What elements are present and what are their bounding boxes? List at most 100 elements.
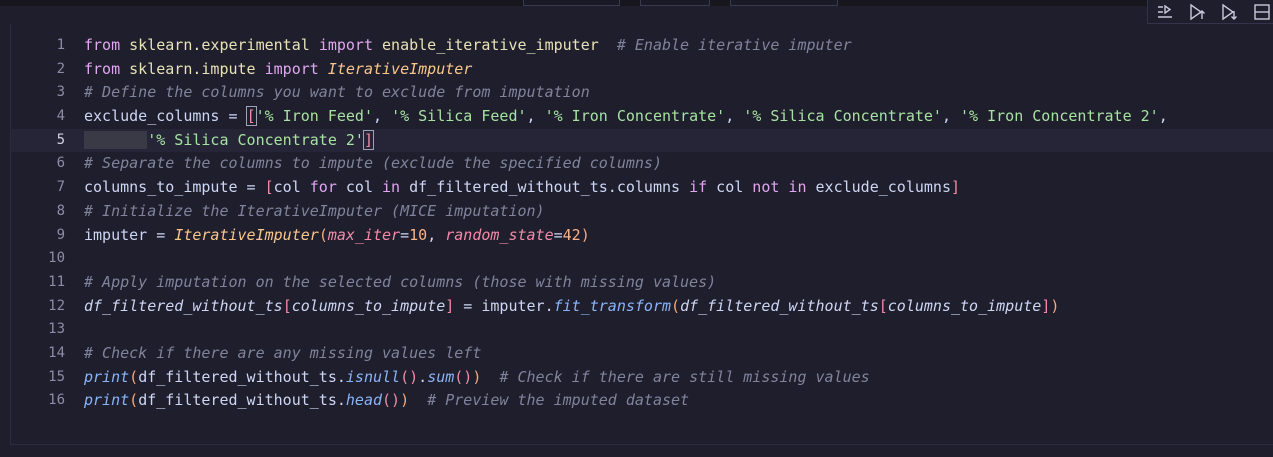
code-line-2[interactable]: 2 from sklearn.impute import IterativeImp… — [11, 58, 1273, 82]
line-number: 8 — [56, 202, 65, 219]
code-token: # Check if there are still missing value… — [499, 367, 870, 386]
code-token: ] — [1041, 296, 1051, 315]
code-token: for — [309, 178, 337, 197]
code-token: ) — [580, 225, 590, 244]
code-token: , — [941, 107, 961, 126]
code-token: ) — [400, 391, 410, 410]
code-token: ) — [1050, 296, 1060, 315]
code-token: isnull — [345, 367, 401, 386]
code-token: columns_to_impute — [291, 296, 446, 315]
execute-above-icon[interactable] — [1186, 1, 1208, 23]
code-token: import — [264, 59, 319, 78]
code-cell[interactable]: 1 from sklearn.experimental import enable… — [10, 24, 1273, 445]
code-line-7[interactable]: 7 columns_to_impute = [col for col in df_… — [11, 176, 1273, 200]
code-line-1[interactable]: 1 from sklearn.experimental import enable… — [11, 34, 1273, 58]
line-text: # Check if there are any missing values … — [84, 342, 481, 366]
code-token: ] — [362, 129, 375, 150]
code-token: '% Silica Concentrate' — [743, 107, 942, 126]
code-line-9[interactable]: 9 imputer = IterativeImputer(max_iter=10,… — [11, 224, 1273, 248]
code-token: from — [84, 36, 121, 54]
code-token: sklearn.impute — [129, 59, 256, 78]
line-text: from sklearn.impute import IterativeImpu… — [84, 58, 472, 82]
line-number: 10 — [48, 250, 65, 267]
code-line-3[interactable]: 3 # Define the columns you want to exclud… — [11, 81, 1273, 105]
code-token: # Preview the imputed dataset — [427, 391, 690, 410]
top-tab-1[interactable] — [523, 0, 620, 6]
code-token: IterativeImputer — [174, 225, 319, 244]
code-line-13[interactable]: 13 — [11, 318, 1273, 342]
code-token: () — [382, 391, 401, 410]
code-token: [ — [264, 178, 274, 197]
code-token: if — [689, 178, 708, 197]
code-token: ( — [129, 367, 139, 386]
line-number: 4 — [56, 108, 65, 125]
code-token: 42 — [562, 225, 581, 244]
code-token: IterativeImputer — [327, 59, 473, 78]
line-number: 14 — [48, 344, 65, 361]
code-token: , — [1158, 107, 1168, 126]
code-token: = imputer. — [454, 296, 554, 315]
line-text: exclude_columns = ['% Iron Feed', '% Sil… — [84, 105, 1168, 129]
code-token: df_filtered_without_ts — [84, 296, 283, 315]
code-token: '% Iron Concentrate 2' — [960, 107, 1159, 126]
code-line-16[interactable]: 16 print(df_filtered_without_ts.head()) #… — [11, 389, 1273, 413]
code-token: # Define the columns you want to exclude… — [84, 83, 590, 102]
split-cell-icon[interactable] — [1250, 1, 1272, 23]
code-editor[interactable]: 1 from sklearn.experimental import enable… — [11, 34, 1273, 413]
code-token: , — [373, 107, 392, 126]
code-line-14[interactable]: 14 # Check if there are any missing value… — [11, 342, 1273, 366]
code-token: col — [707, 178, 753, 197]
code-line-5[interactable]: 5 '% Silica Concentrate 2'] — [11, 128, 1273, 153]
code-line-12[interactable]: 12 df_filtered_without_ts[columns_to_impu… — [11, 295, 1273, 319]
line-text: from sklearn.experimental import enable_… — [84, 34, 852, 58]
line-number: 7 — [56, 179, 65, 196]
code-line-8[interactable]: 8 # Initialize the IterativeImputer (MICE… — [11, 200, 1273, 224]
code-token: max_iter — [327, 225, 401, 244]
line-text: # Initialize the IterativeImputer (MICE … — [84, 200, 545, 224]
code-token: , — [725, 107, 744, 126]
code-token: df_filtered_without_ts — [680, 296, 879, 315]
code-token: columns_to_impute = — [84, 178, 265, 197]
code-line-4[interactable]: 4 exclude_columns = ['% Iron Feed', '% Si… — [11, 105, 1273, 129]
line-text: df_filtered_without_ts[columns_to_impute… — [84, 295, 1059, 319]
line-text: imputer = IterativeImputer(max_iter=10, … — [84, 224, 590, 248]
code-token: df_filtered_without_ts.columns — [400, 178, 690, 197]
code-token: from — [84, 59, 121, 78]
line-number: 12 — [48, 297, 65, 314]
line-number: 5 — [56, 131, 65, 148]
execute-below-icon[interactable] — [1218, 1, 1240, 23]
code-token: # Check if there are any missing values … — [84, 343, 482, 362]
code-line-10[interactable]: 10 — [11, 247, 1273, 271]
top-tab-3[interactable] — [730, 0, 838, 6]
code-token: ( — [318, 225, 328, 244]
code-line-6[interactable]: 6 # Separate the columns to impute (exclu… — [11, 152, 1273, 176]
code-token: df_filtered_without_ts. — [138, 391, 346, 410]
code-token: # Separate the columns to impute (exclud… — [84, 154, 662, 173]
code-token: # Enable iterative imputer — [616, 36, 852, 54]
code-token: exclude_columns — [806, 178, 951, 197]
code-token: import — [318, 36, 373, 54]
code-line-15[interactable]: 15 print(df_filtered_without_ts.isnull().… — [11, 366, 1273, 390]
line-text: # Apply imputation on the selected colum… — [84, 271, 716, 295]
line-text: columns_to_impute = [col for col in df_f… — [84, 176, 960, 200]
line-text: # Define the columns you want to exclude… — [84, 81, 590, 105]
code-token: , — [526, 107, 545, 126]
code-token: = — [400, 225, 410, 244]
code-line-11[interactable]: 11 # Apply imputation on the selected col… — [11, 271, 1273, 295]
text-caret — [373, 131, 374, 150]
code-token: print — [84, 367, 130, 386]
top-tab-2[interactable] — [640, 0, 710, 6]
code-token: ( — [129, 391, 139, 410]
code-token: in — [382, 178, 401, 197]
code-token: ] — [950, 178, 961, 197]
run-by-line-icon[interactable] — [1154, 1, 1176, 23]
line-number: 6 — [56, 155, 65, 172]
top-strip — [0, 0, 1273, 6]
code-token: ( — [671, 296, 681, 315]
line-text: '% Silica Concentrate 2'] — [84, 129, 375, 153]
code-token: [ — [245, 106, 257, 127]
